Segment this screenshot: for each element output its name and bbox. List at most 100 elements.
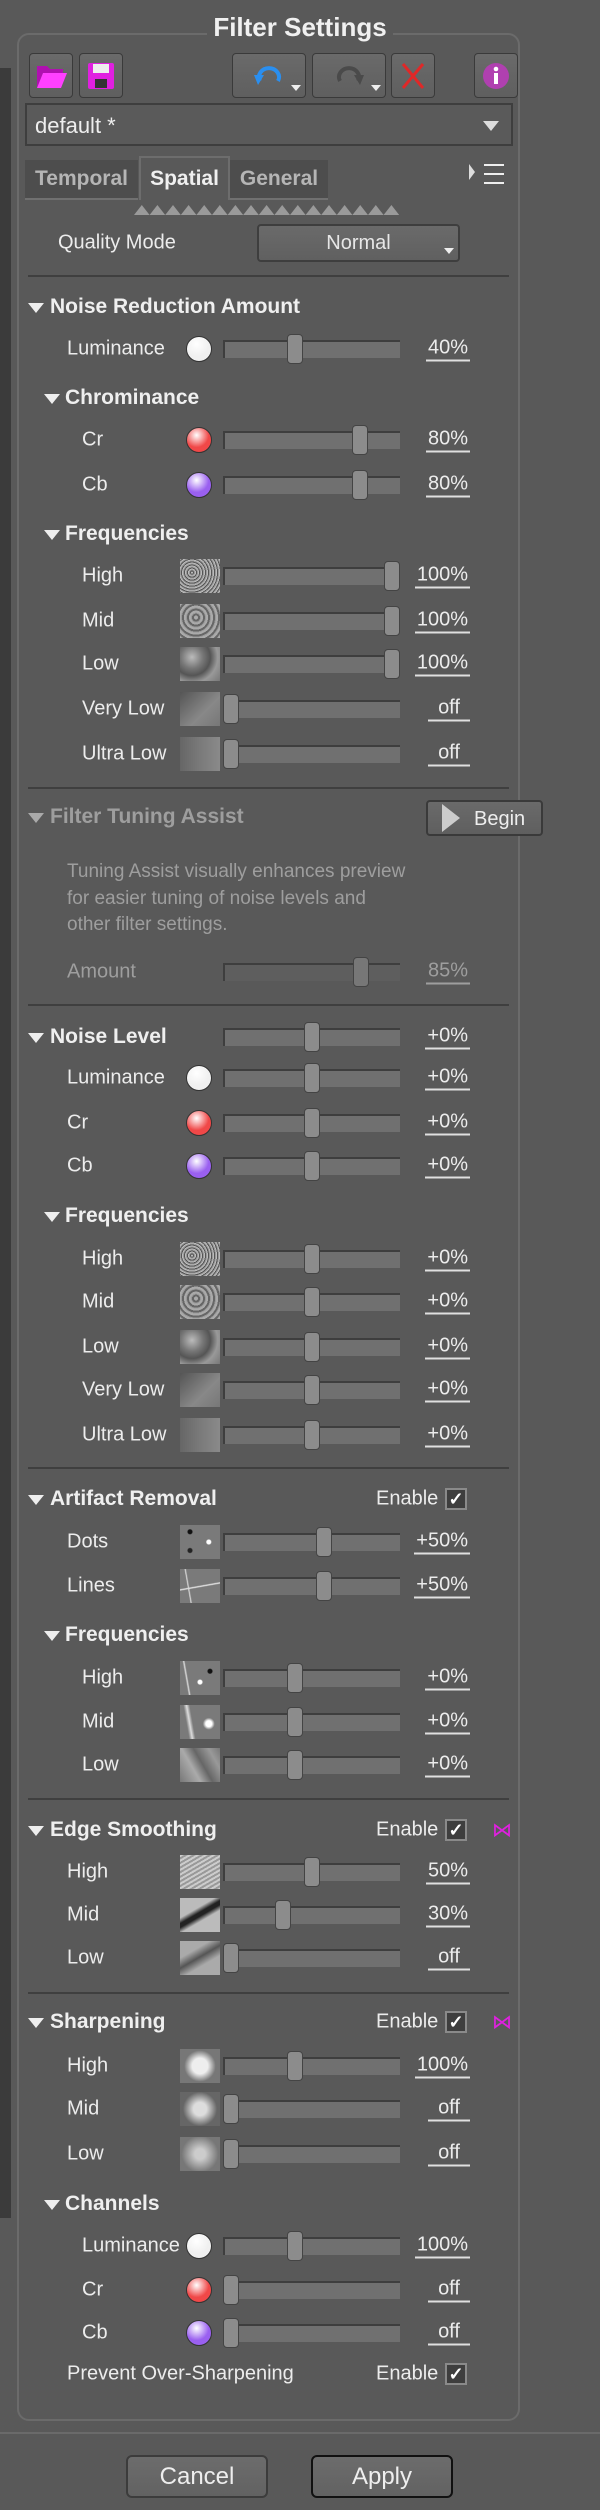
- high-slider[interactable]: [223, 567, 400, 585]
- undo-button[interactable]: [232, 53, 306, 98]
- preset-dropdown[interactable]: default *: [25, 103, 513, 146]
- redo-button[interactable]: [312, 53, 386, 98]
- mid-slider-thumb[interactable]: [303, 1287, 320, 1317]
- chrominance-collapse-icon[interactable]: [44, 394, 60, 404]
- high-slider-thumb[interactable]: [287, 2051, 304, 2081]
- undo-dropdown-icon[interactable]: [291, 85, 301, 91]
- mid-value[interactable]: off: [428, 2097, 470, 2122]
- sharpening-link-bowtie-icon[interactable]: ⋈: [492, 2010, 512, 2035]
- noise-level-collapse-icon[interactable]: [28, 1033, 44, 1043]
- cr-value[interactable]: +0%: [425, 1111, 470, 1136]
- artifact-removal-collapse-icon[interactable]: [28, 1495, 44, 1505]
- luminance-slider-thumb[interactable]: [287, 334, 304, 364]
- info-button[interactable]: [474, 53, 518, 98]
- edge-smoothing-enable-checkbox[interactable]: ✓: [445, 1819, 467, 1841]
- mid-slider[interactable]: [223, 1713, 400, 1731]
- cb-slider-thumb[interactable]: [303, 1151, 320, 1181]
- lines-slider[interactable]: [223, 1577, 400, 1595]
- luminance-slider-thumb[interactable]: [303, 1063, 320, 1093]
- cb-slider[interactable]: [223, 476, 400, 494]
- luminance-slider[interactable]: [223, 340, 400, 358]
- tab-temporal[interactable]: Temporal: [25, 160, 138, 200]
- high-slider-thumb[interactable]: [303, 1244, 320, 1274]
- frequencies-collapse-icon[interactable]: [44, 530, 60, 540]
- cb-value[interactable]: +0%: [425, 1154, 470, 1179]
- high-value[interactable]: +0%: [425, 1247, 470, 1272]
- very-low-value[interactable]: off: [428, 697, 470, 722]
- luminance-value[interactable]: 100%: [414, 2234, 470, 2259]
- save-button[interactable]: [79, 53, 123, 98]
- cr-slider-thumb[interactable]: [303, 1108, 320, 1138]
- cr-slider-thumb[interactable]: [351, 425, 368, 455]
- panel-menu-button[interactable]: [469, 163, 505, 189]
- cr-value[interactable]: 80%: [425, 428, 470, 453]
- low-slider-thumb[interactable]: [303, 1332, 320, 1362]
- dots-slider[interactable]: [223, 1533, 400, 1551]
- mid-slider[interactable]: [223, 1906, 400, 1924]
- cr-slider[interactable]: [223, 2281, 400, 2299]
- amount-slider[interactable]: [223, 963, 400, 981]
- cancel-button[interactable]: Cancel: [126, 2455, 268, 2498]
- mid-slider-thumb[interactable]: [384, 606, 400, 636]
- low-slider[interactable]: [223, 1949, 400, 1967]
- luminance-value[interactable]: 40%: [425, 337, 470, 362]
- apply-button[interactable]: Apply: [311, 2455, 453, 2498]
- luminance-value[interactable]: +0%: [425, 1066, 470, 1091]
- mid-value[interactable]: +0%: [425, 1710, 470, 1735]
- channels-collapse-icon[interactable]: [44, 2200, 60, 2210]
- very-low-value[interactable]: +0%: [425, 1378, 470, 1403]
- cb-value[interactable]: off: [428, 2321, 470, 2346]
- low-value[interactable]: off: [428, 2142, 470, 2167]
- noise-level-value[interactable]: +0%: [425, 1025, 470, 1050]
- low-slider[interactable]: [223, 655, 400, 673]
- low-value[interactable]: 100%: [414, 652, 470, 677]
- artifact-removal-enable-checkbox[interactable]: ✓: [445, 1488, 467, 1510]
- cb-slider[interactable]: [223, 2324, 400, 2342]
- dots-slider-thumb[interactable]: [316, 1527, 333, 1557]
- mid-value[interactable]: 100%: [414, 609, 470, 634]
- ultra-low-value[interactable]: +0%: [425, 1423, 470, 1448]
- sharpening-enable-checkbox[interactable]: ✓: [445, 2011, 467, 2033]
- low-slider-thumb[interactable]: [384, 649, 400, 679]
- low-value[interactable]: off: [428, 1946, 470, 1971]
- mid-value[interactable]: +0%: [425, 1290, 470, 1315]
- high-value[interactable]: +0%: [425, 1666, 470, 1691]
- mid-slider[interactable]: [223, 612, 400, 630]
- amount-slider-thumb[interactable]: [353, 957, 370, 987]
- quality-mode-dropdown[interactable]: Normal: [257, 224, 460, 262]
- low-slider-thumb[interactable]: [223, 1943, 239, 1973]
- low-slider-thumb[interactable]: [287, 1750, 304, 1780]
- cb-value[interactable]: 80%: [425, 473, 470, 498]
- low-slider[interactable]: [223, 1756, 400, 1774]
- high-slider[interactable]: [223, 2057, 400, 2075]
- high-slider-thumb[interactable]: [303, 1857, 320, 1887]
- frequencies-collapse-icon[interactable]: [44, 1212, 60, 1222]
- open-button[interactable]: [29, 53, 73, 98]
- high-value[interactable]: 100%: [414, 2054, 470, 2079]
- prevent-over-sharpening-enable-checkbox[interactable]: ✓: [445, 2363, 467, 2385]
- tab-general[interactable]: General: [230, 160, 328, 200]
- mid-slider[interactable]: [223, 2100, 400, 2118]
- cb-slider-thumb[interactable]: [351, 470, 368, 500]
- high-slider-thumb[interactable]: [384, 561, 400, 591]
- high-value[interactable]: 100%: [414, 564, 470, 589]
- cb-slider-thumb[interactable]: [223, 2318, 239, 2348]
- low-value[interactable]: +0%: [425, 1753, 470, 1778]
- edge-smoothing-collapse-icon[interactable]: [28, 1826, 44, 1836]
- luminance-slider[interactable]: [223, 2237, 400, 2255]
- very-low-slider-thumb[interactable]: [223, 694, 239, 724]
- cr-slider[interactable]: [223, 431, 400, 449]
- low-value[interactable]: +0%: [425, 1335, 470, 1360]
- low-slider[interactable]: [223, 2145, 400, 2163]
- edge-smoothing-link-bowtie-icon[interactable]: ⋈: [492, 1818, 512, 1843]
- lines-value[interactable]: +50%: [414, 1574, 470, 1599]
- ultra-low-slider-thumb[interactable]: [303, 1420, 320, 1450]
- noise-reduction-amount-collapse-icon[interactable]: [28, 303, 44, 313]
- noise-level-slider-thumb[interactable]: [303, 1022, 320, 1052]
- ultra-low-value[interactable]: off: [428, 742, 470, 767]
- frequencies-collapse-icon[interactable]: [44, 1631, 60, 1641]
- amount-value[interactable]: 85%: [425, 960, 470, 985]
- tab-spatial[interactable]: Spatial: [139, 156, 230, 200]
- begin-button[interactable]: Begin: [426, 800, 543, 836]
- very-low-slider[interactable]: [223, 700, 400, 718]
